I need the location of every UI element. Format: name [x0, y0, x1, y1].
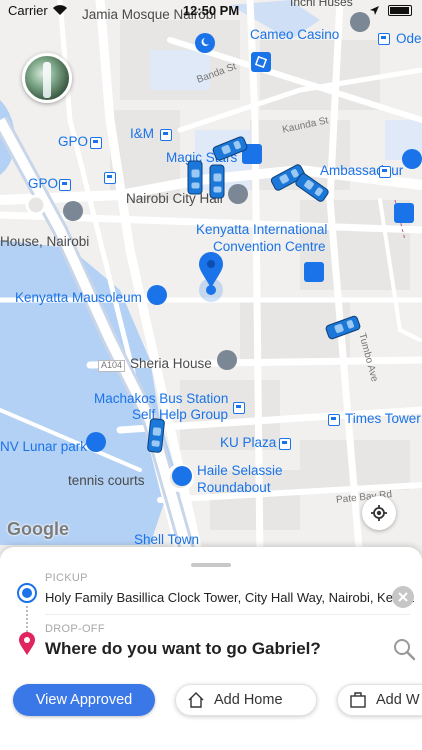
dropoff-label: DROP-OFF: [45, 623, 105, 635]
poi-label-gpo-2[interactable]: GPO: [28, 176, 58, 192]
clear-pickup-button[interactable]: [392, 586, 414, 608]
poi-label-mausoleum[interactable]: Kenyatta Mausoleum: [15, 290, 142, 306]
booking-sheet: PICKUP Holy Family Basillica Clock Tower…: [0, 547, 422, 750]
bus-stop-icon[interactable]: [233, 402, 245, 414]
poi-label-im[interactable]: I&M: [130, 126, 154, 142]
pickup-field[interactable]: Holy Family Basillica Clock Tower, City …: [45, 590, 414, 605]
poi-label-lunar[interactable]: NV Lunar park: [0, 439, 87, 455]
add-work-button[interactable]: Add W: [337, 684, 422, 716]
poi-label-machakos[interactable]: Machakos Bus Station: [94, 391, 228, 407]
bus-stop-icon[interactable]: [279, 438, 291, 450]
route-connector: [26, 606, 28, 632]
add-home-button[interactable]: Add Home: [175, 684, 317, 716]
search-icon[interactable]: [392, 637, 416, 661]
profile-avatar[interactable]: [22, 53, 72, 103]
poi-label-ode[interactable]: Ode: [396, 31, 422, 47]
poi-label-tennis[interactable]: tennis courts: [68, 473, 145, 489]
camera-icon[interactable]: [402, 149, 422, 169]
poi-label-haile-2[interactable]: Roundabout: [197, 480, 271, 496]
battery-icon: [388, 5, 412, 16]
sheet-grabber[interactable]: [191, 563, 231, 567]
poi-label-cityhall[interactable]: Nairobi City Hall: [126, 191, 223, 207]
divider: [45, 614, 410, 615]
dropoff-field[interactable]: Where do you want to go Gabriel?: [45, 639, 321, 659]
poi-label-shell[interactable]: Shell Town: [134, 532, 199, 548]
highway-shield: A104: [98, 360, 126, 372]
bus-stop-icon[interactable]: [328, 414, 340, 426]
status-bar: Carrier 12:50 PM: [0, 0, 422, 22]
roundabout-icon[interactable]: [172, 466, 192, 486]
car-icon: [209, 164, 225, 199]
view-approved-button[interactable]: View Approved: [13, 684, 155, 716]
google-logo: Google: [7, 519, 69, 539]
car-icon: [187, 160, 203, 195]
bus-stop-icon[interactable]: [160, 129, 172, 141]
mosque-icon[interactable]: [195, 33, 215, 53]
landmark-icon[interactable]: [228, 184, 248, 204]
home-icon: [188, 692, 204, 708]
poi-label-cameo[interactable]: Cameo Casino: [250, 27, 339, 43]
casino-icon[interactable]: [251, 52, 271, 72]
pickup-label: PICKUP: [45, 572, 88, 584]
add-home-label: Add Home: [214, 692, 283, 708]
poi-label-sheria[interactable]: Sheria House: [130, 356, 212, 372]
briefcase-icon: [350, 692, 366, 708]
poi-label-kicc-2[interactable]: Convention Centre: [213, 239, 326, 255]
locate-me-button[interactable]: [362, 496, 396, 530]
pickup-dot-icon: [17, 583, 37, 603]
poi-label-kicc-1[interactable]: Kenyatta International: [196, 222, 327, 238]
poi-label-kuplaza[interactable]: KU Plaza: [220, 435, 276, 451]
poi-label-haile-1[interactable]: Haile Selassie: [197, 463, 283, 479]
landmark-icon[interactable]: [147, 285, 167, 305]
location-arrow-icon: [370, 6, 379, 15]
clock: 12:50 PM: [182, 3, 240, 18]
bus-stop-icon[interactable]: [90, 137, 102, 149]
bus-stop-icon[interactable]: [104, 172, 116, 184]
landmark-icon[interactable]: [217, 350, 237, 370]
landmark-icon[interactable]: [63, 201, 83, 221]
poi-label-selfhelp[interactable]: Self Help Group: [132, 407, 228, 423]
crosshair-icon: [371, 505, 387, 521]
convention-icon[interactable]: [304, 262, 324, 282]
park-icon[interactable]: [86, 432, 106, 452]
add-work-label: Add W: [376, 692, 420, 708]
bus-stop-icon[interactable]: [59, 179, 71, 191]
current-location-marker: [199, 252, 223, 302]
bus-stop-icon[interactable]: [379, 166, 391, 178]
poi-label-gpo[interactable]: GPO: [58, 134, 88, 150]
dropoff-pin-icon: [19, 632, 35, 655]
bus-stop-icon[interactable]: [378, 33, 390, 45]
poi-label-times[interactable]: Times Tower: [345, 411, 421, 427]
museum-icon[interactable]: [394, 203, 414, 223]
poi-label-house[interactable]: House, Nairobi: [0, 234, 89, 250]
close-icon: [398, 592, 408, 602]
